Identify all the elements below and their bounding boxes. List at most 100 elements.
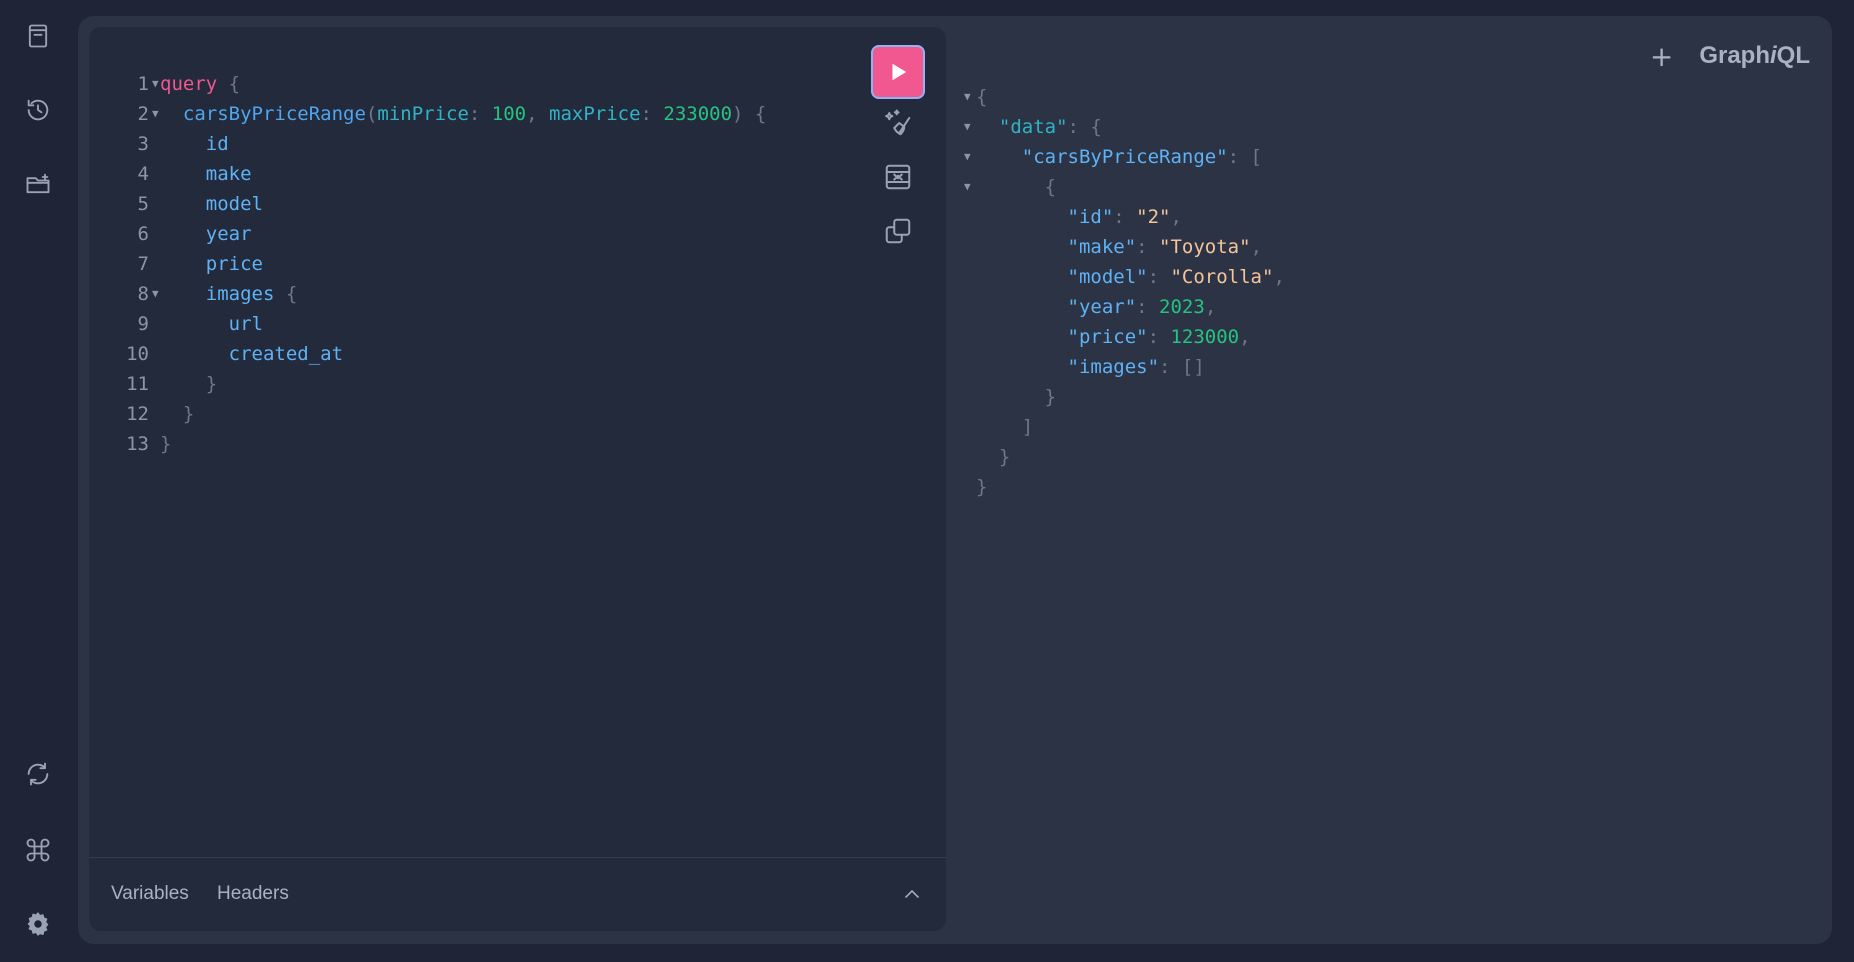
result-line: "id": "2", bbox=[1067, 206, 1182, 228]
copy-query-button[interactable] bbox=[882, 215, 914, 247]
arg-name: maxPrice bbox=[549, 103, 641, 125]
docs-icon[interactable] bbox=[18, 16, 58, 56]
fold-arrow-icon[interactable]: ▼ bbox=[964, 82, 971, 112]
play-icon bbox=[892, 63, 907, 81]
fold-arrow-icon[interactable]: ▼ bbox=[152, 279, 159, 309]
prettify-button[interactable] bbox=[882, 107, 914, 139]
run-query-button[interactable] bbox=[871, 45, 925, 99]
settings-icon[interactable] bbox=[18, 904, 58, 944]
result-line: "images": [] bbox=[1067, 356, 1205, 378]
tab-headers[interactable]: Headers bbox=[217, 883, 289, 905]
json-key: "data" bbox=[998, 116, 1068, 138]
line-number: 2 bbox=[137, 103, 149, 125]
result-line: "make": "Toyota", bbox=[1067, 236, 1263, 258]
code-line: 11 } bbox=[89, 369, 849, 399]
json-value: [] bbox=[1181, 356, 1205, 378]
json-key: "carsByPriceRange" bbox=[1021, 146, 1228, 168]
code-line: 4 make bbox=[89, 159, 849, 189]
code-line: 9 url bbox=[89, 309, 849, 339]
code-line: 10 created_at bbox=[89, 339, 849, 369]
line-number: 8 bbox=[137, 283, 149, 305]
query-field: carsByPriceRange bbox=[182, 103, 366, 125]
arg-name: minPrice bbox=[377, 103, 469, 125]
line-number: 11 bbox=[126, 373, 149, 395]
code-line: 2 ▼ carsByPriceRange(minPrice: 100, maxPr… bbox=[89, 99, 849, 129]
code-line: 3 id bbox=[89, 129, 849, 159]
line-number: 1 bbox=[137, 73, 149, 95]
line-number: 12 bbox=[126, 403, 149, 425]
arg-value: 100 bbox=[491, 103, 527, 125]
line-number: 5 bbox=[137, 193, 149, 215]
line-number: 9 bbox=[137, 313, 149, 335]
result-line: "price": 123000, bbox=[1067, 326, 1251, 348]
magic-broom-icon bbox=[885, 109, 911, 136]
header-right: + GraphiQL bbox=[1650, 36, 1810, 76]
command-icon[interactable] bbox=[18, 830, 58, 870]
result-line: } bbox=[976, 446, 1011, 468]
arg-value: 233000 bbox=[663, 103, 733, 125]
result-line: } bbox=[976, 476, 988, 498]
code-line: 1 ▼ query { bbox=[89, 69, 849, 99]
field-name: created_at bbox=[228, 343, 344, 365]
merge-fragments-button[interactable] bbox=[882, 161, 914, 193]
json-key: "price" bbox=[1067, 326, 1148, 348]
json-value: "Toyota" bbox=[1159, 236, 1251, 258]
merge-icon bbox=[885, 164, 911, 190]
result-line: } bbox=[976, 386, 1057, 408]
json-value: "Corolla" bbox=[1170, 266, 1274, 288]
query-editor[interactable]: 1 ▼ query { 2 ▼ carsByPriceRange(minPrice: … bbox=[89, 27, 946, 931]
result-line: "model": "Corolla", bbox=[1067, 266, 1285, 288]
result-line: ▼ { bbox=[958, 172, 1818, 202]
code-line: 8 ▼ images { bbox=[89, 279, 849, 309]
code-line: 13} bbox=[89, 429, 849, 459]
json-value: 123000 bbox=[1170, 326, 1240, 348]
field-name: model bbox=[205, 193, 263, 215]
code-line: 5 model bbox=[89, 189, 849, 219]
line-number: 4 bbox=[137, 163, 149, 185]
result-line: ] bbox=[976, 416, 1034, 438]
copy-icon bbox=[885, 218, 911, 244]
graphiql-logo: GraphiQL bbox=[1699, 42, 1810, 69]
json-key: "model" bbox=[1067, 266, 1148, 288]
json-value: "2" bbox=[1136, 206, 1171, 228]
result-line: ▼{ bbox=[958, 82, 1818, 112]
field-name: images bbox=[205, 283, 275, 305]
json-key: "make" bbox=[1067, 236, 1137, 258]
refresh-icon[interactable] bbox=[18, 754, 58, 794]
line-number: 13 bbox=[126, 433, 149, 455]
sidebar bbox=[0, 0, 78, 962]
fold-arrow-icon[interactable]: ▼ bbox=[964, 172, 971, 202]
line-number: 10 bbox=[126, 343, 149, 365]
line-number: 3 bbox=[137, 133, 149, 155]
query-code[interactable]: 1 ▼ query { 2 ▼ carsByPriceRange(minPrice: … bbox=[89, 69, 849, 459]
query-keyword: query bbox=[160, 73, 218, 95]
line-number: 7 bbox=[137, 253, 149, 275]
folder-add-icon[interactable] bbox=[18, 164, 58, 204]
code-line: 12 } bbox=[89, 399, 849, 429]
line-number: 6 bbox=[137, 223, 149, 245]
main-shell: 1 ▼ query { 2 ▼ carsByPriceRange(minPrice: … bbox=[78, 16, 1832, 944]
chevron-up-icon[interactable] bbox=[900, 882, 924, 906]
fold-arrow-icon[interactable]: ▼ bbox=[152, 99, 159, 129]
editor-footer: Variables Headers bbox=[89, 857, 946, 931]
json-key: "images" bbox=[1067, 356, 1160, 378]
add-tab-button[interactable]: + bbox=[1650, 40, 1673, 73]
field-name: url bbox=[228, 313, 263, 335]
result-line: ▼ "carsByPriceRange": [ bbox=[958, 142, 1818, 172]
field-name: price bbox=[205, 253, 263, 275]
result-line: ▼ "data": { bbox=[958, 112, 1818, 142]
result-line: "year": 2023, bbox=[1067, 296, 1217, 318]
fold-arrow-icon[interactable]: ▼ bbox=[964, 112, 971, 142]
json-key: "year" bbox=[1067, 296, 1137, 318]
tab-variables[interactable]: Variables bbox=[111, 883, 189, 905]
fold-arrow-icon[interactable]: ▼ bbox=[152, 69, 159, 99]
code-line: 7 price bbox=[89, 249, 849, 279]
fold-arrow-icon[interactable]: ▼ bbox=[964, 142, 971, 172]
json-key: "id" bbox=[1067, 206, 1114, 228]
field-name: id bbox=[205, 133, 229, 155]
field-name: year bbox=[205, 223, 252, 245]
result-viewer[interactable]: ▼{ ▼ "data": { ▼ "carsByPriceRange": [ ▼… bbox=[958, 82, 1818, 502]
field-name: make bbox=[205, 163, 252, 185]
history-icon[interactable] bbox=[18, 90, 58, 130]
code-line: 6 year bbox=[89, 219, 849, 249]
